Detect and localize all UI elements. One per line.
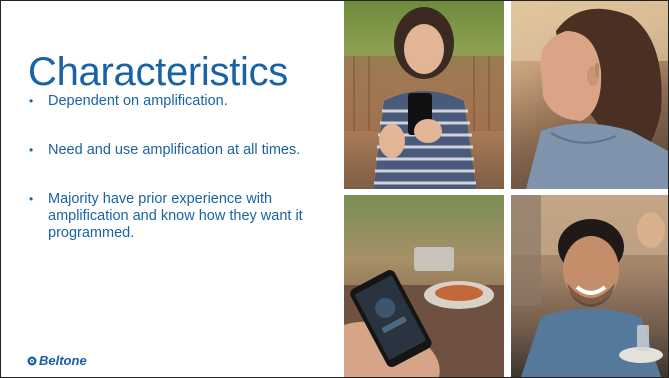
beltone-logo: Beltone	[27, 353, 87, 368]
slide-title: Characteristics	[28, 49, 289, 94]
woman-waving-at-phone-photo	[344, 1, 504, 189]
hand-holding-phone-app-photo	[344, 195, 504, 377]
woman-wearing-hearing-aid-photo	[511, 1, 668, 189]
photo-grid-gap-horizontal	[344, 189, 668, 195]
slide: Characteristics Dependent on amplificati…	[0, 0, 669, 378]
bullet-item: Need and use amplification at all times.	[29, 142, 329, 159]
beltone-logo-text: Beltone	[39, 353, 87, 368]
beltone-logo-icon	[27, 356, 37, 365]
bullet-item: Majority have prior experience with ampl…	[29, 191, 329, 242]
bullet-item: Dependent on amplification.	[29, 93, 329, 110]
smiling-man-at-dinner-photo	[511, 195, 668, 377]
bullet-list: Dependent on amplification. Need and use…	[29, 93, 329, 274]
